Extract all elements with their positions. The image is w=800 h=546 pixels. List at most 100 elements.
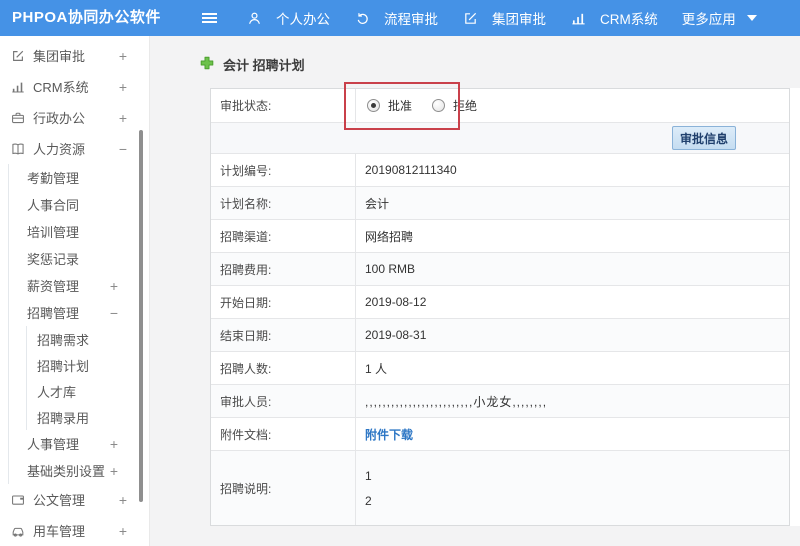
field-label: 审批人员: [211, 385, 356, 417]
edit-icon [10, 48, 26, 64]
sidebar-item-recruit-mgmt[interactable]: 招聘管理 − [0, 299, 149, 326]
nav-item-process-approval[interactable]: 流程审批 [354, 8, 438, 28]
sidebar-item-label: 人力资源 [33, 142, 86, 157]
sidebar-item-personnel-mgmt[interactable]: 人事管理 + [0, 430, 149, 457]
field-value-text: 会计 [365, 196, 390, 211]
field-label-text: 计划名称: [220, 196, 272, 211]
radio-reject[interactable] [432, 99, 446, 112]
sidebar-scrollbar[interactable] [139, 130, 143, 502]
sidebar-item-rewards[interactable]: 奖惩记录 [0, 245, 149, 272]
collapse-toggle[interactable]: − [119, 141, 127, 157]
sidebar-item-crm[interactable]: CRM系统 + [0, 71, 149, 102]
expand-toggle[interactable]: + [119, 48, 127, 64]
sidebar-item-label: 招聘管理 [27, 306, 80, 321]
sidebar-item-label: 人事管理 [27, 437, 80, 452]
sidebar-item-recruit-hire[interactable]: 招聘录用 [0, 404, 149, 430]
expand-toggle[interactable]: + [119, 79, 127, 95]
sidebar-item-label: 人才库 [37, 384, 77, 400]
field-label-text: 招聘渠道: [220, 229, 272, 244]
field-label-text: 开始日期: [220, 295, 272, 310]
page-title: 会计 招聘计划 [200, 55, 305, 74]
nav-item-crm[interactable]: CRM系统 [570, 8, 658, 28]
approval-info-button[interactable]: 审批信息 [672, 126, 736, 150]
field-value: 会计 [356, 187, 789, 219]
field-value-text: 网络招聘 [365, 229, 414, 244]
sidebar-item-label: 招聘计划 [37, 358, 90, 374]
field-value-text: 20190812111340 [365, 163, 457, 177]
expand-toggle[interactable]: + [110, 463, 118, 479]
sidebar-item-label: 人事合同 [27, 198, 80, 213]
field-value: 网络招聘 [356, 220, 789, 252]
field-value: 1 人 [356, 352, 789, 384]
table-row-headcount: 招聘人数: 1 人 [211, 352, 789, 385]
sidebar-item-documents[interactable]: 公文管理 + [0, 484, 149, 515]
sidebar-item-label: 用车管理 [33, 524, 86, 539]
table-row-approvers: 审批人员: ,,,,,,,,,,,,,,,,,,,,,,,,,小龙女,,,,,,… [211, 385, 789, 418]
table-row-start-date: 开始日期: 2019-08-12 [211, 286, 789, 319]
expand-toggle[interactable]: + [119, 492, 127, 508]
nav-item-personal-office[interactable]: 个人办公 [246, 8, 330, 28]
sidebar-item-label: 集团审批 [33, 49, 86, 64]
expand-toggle[interactable]: + [110, 436, 118, 452]
attachment-download-link[interactable]: 附件下载 [365, 426, 413, 443]
nav-item-more-apps[interactable]: 更多应用 [682, 8, 757, 28]
caret-down-icon [746, 15, 757, 21]
field-label: 计划名称: [211, 187, 356, 219]
nav-label: 集团审批 [492, 12, 546, 27]
expand-toggle[interactable]: + [119, 523, 127, 539]
sidebar-item-group-approval[interactable]: 集团审批 + [0, 40, 149, 71]
field-value: ,,,,,,,,,,,,,,,,,,,,,,,,,小龙女,,,,,,,, [356, 385, 789, 417]
nav-label: 更多应用 [681, 12, 736, 27]
bar-chart-icon [570, 10, 586, 26]
field-value: 1 2 [356, 451, 789, 525]
process-icon [354, 10, 370, 26]
radio-reject-label: 拒绝 [453, 99, 478, 113]
detail-panel: 审批状态: 批准 拒绝 审批信息 计划编号: 20190812111340 计划… [210, 82, 800, 526]
collapse-toggle[interactable]: − [110, 305, 118, 321]
sidebar-item-training[interactable]: 培训管理 [0, 218, 149, 245]
button-row: 审批信息 [211, 123, 789, 154]
sidebar-item-salary[interactable]: 薪资管理 + [0, 272, 149, 299]
sidebar-item-label: 奖惩记录 [27, 252, 80, 267]
field-label-text: 招聘说明: [220, 481, 272, 496]
field-value: 100 RMB [356, 253, 789, 285]
nav-item-group-approval[interactable]: 集团审批 [462, 8, 546, 28]
top-header: PHPOA协同办公软件 个人办公 流程审批 集团审批 CRM系统 更多应用 [0, 0, 800, 36]
sidebar-item-vehicle[interactable]: 用车管理 + [0, 515, 149, 546]
main-content: 会计 招聘计划 审批状态: 批准 拒绝 审批信息 计划编号: 201908121… [150, 36, 800, 546]
table-row-description: 招聘说明: 1 2 [211, 451, 789, 525]
hamburger-menu-icon[interactable] [202, 11, 217, 25]
car-icon [10, 523, 26, 539]
expand-toggle[interactable]: + [110, 278, 118, 294]
edit-icon [462, 10, 478, 26]
briefcase-icon [10, 110, 26, 126]
radio-approve[interactable] [367, 99, 380, 112]
sidebar-item-base-category[interactable]: 基础类别设置 + [0, 457, 149, 484]
sidebar-item-recruit-plan[interactable]: 招聘计划 [0, 352, 149, 378]
book-icon [10, 141, 26, 157]
sidebar-item-recruit-demand[interactable]: 招聘需求 [0, 326, 149, 352]
field-label-text: 审批人员: [220, 394, 272, 409]
field-value: 2019-08-12 [356, 286, 789, 318]
sidebar-item-hr[interactable]: 人力资源 − [0, 133, 149, 164]
sidebar-item-label: 考勤管理 [27, 171, 80, 186]
page-title-text: 会计 招聘计划 [223, 58, 305, 73]
description-line: 2 [365, 494, 372, 508]
document-icon [10, 492, 26, 508]
table-row-attachment: 附件文档: 附件下载 [211, 418, 789, 451]
sidebar-item-talent-pool[interactable]: 人才库 [0, 378, 149, 404]
field-value-text: 2019-08-12 [365, 295, 427, 309]
app-logo: PHPOA协同办公软件 [12, 9, 161, 26]
expand-toggle[interactable]: + [119, 110, 127, 126]
field-label-text: 计划编号: [220, 163, 272, 178]
radio-approve-label: 批准 [388, 99, 413, 113]
field-label: 计划编号: [211, 154, 356, 186]
sidebar-item-hr-contract[interactable]: 人事合同 [0, 191, 149, 218]
table-row-plan-name: 计划名称: 会计 [211, 187, 789, 220]
sidebar-item-admin-office[interactable]: 行政办公 + [0, 102, 149, 133]
field-value: 2019-08-31 [356, 319, 789, 351]
sidebar-item-attendance[interactable]: 考勤管理 [0, 164, 149, 191]
field-value-text: 1 人 [365, 361, 388, 376]
sidebar-item-label: 培训管理 [27, 225, 80, 240]
table-row-recruit-cost: 招聘费用: 100 RMB [211, 253, 789, 286]
